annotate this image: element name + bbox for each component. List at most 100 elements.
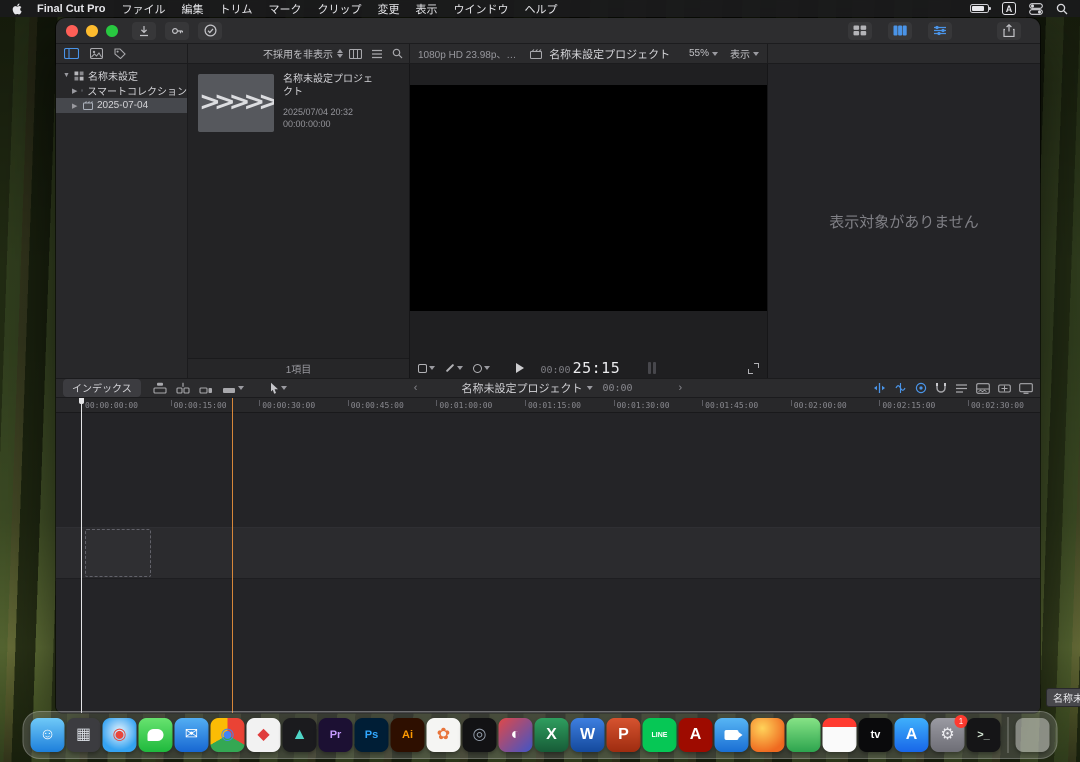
viewer-view-dropdown[interactable]: 表示	[730, 46, 759, 61]
dock-app-green-app[interactable]	[787, 718, 821, 752]
timeline-ruler[interactable]: 00:00:00:0000:00:15:0000:00:30:0000:00:4…	[56, 398, 1040, 413]
keyword-editor-button[interactable]	[165, 22, 189, 40]
sidebar-item[interactable]: ▶ 2025-07-04	[56, 98, 187, 113]
dock-app-terminal[interactable]: >_	[967, 718, 1001, 752]
dock-app-powerpoint[interactable]: P	[607, 718, 641, 752]
menu-item[interactable]: ファイル	[121, 1, 165, 17]
filmstrip-thumbnail[interactable]: >>>>>	[198, 74, 274, 132]
dock-app-affinity-app[interactable]: ▲	[283, 718, 317, 752]
viewer-canvas[interactable]	[410, 85, 767, 311]
dock-app-red-figure-app[interactable]: ◐	[499, 718, 533, 752]
tool-select-dropdown[interactable]	[270, 382, 287, 394]
timeline-project-dropdown[interactable]: 名称未設定プロジェクト	[461, 380, 592, 396]
audio-meters-button[interactable]	[648, 362, 656, 374]
menu-item[interactable]: 表示	[415, 1, 437, 17]
show-libraries-icon[interactable]	[64, 48, 79, 59]
show-photos-icon[interactable]	[90, 48, 103, 59]
skimming-toggle-icon[interactable]	[873, 382, 886, 394]
menu-item[interactable]: トリム	[219, 1, 252, 17]
dock-app-chrome[interactable]: ◉	[211, 718, 245, 752]
menu-item[interactable]: クリップ	[317, 1, 361, 17]
dock-app-messages[interactable]	[139, 718, 173, 752]
dock-app-diamond-red-app[interactable]: ◆	[247, 718, 281, 752]
viewer-zoom-dropdown[interactable]: 55%	[689, 48, 718, 59]
timeline-zoom-icon[interactable]	[998, 383, 1011, 394]
fullscreen-icon[interactable]	[748, 363, 759, 374]
audio-skimming-icon[interactable]	[894, 382, 907, 394]
menu-item[interactable]: マーク	[268, 1, 301, 17]
dock-app-launchpad[interactable]: ▦	[67, 718, 101, 752]
viewer-project-title[interactable]: 名称未設定プロジェクト	[542, 46, 677, 62]
import-media-button[interactable]	[132, 22, 156, 40]
play-button[interactable]	[516, 363, 524, 373]
dock-app-safari[interactable]: ◉	[103, 718, 137, 752]
inspector-toggle-button[interactable]	[928, 22, 952, 40]
project-clip-card[interactable]: >>>>> 名称未設定プロジェクト 2025/07/04 20:32 00:00…	[198, 74, 383, 132]
clip-title[interactable]: 名称未設定プロジェクト	[283, 74, 375, 99]
dock-app-app-store[interactable]: A	[895, 718, 929, 752]
overwrite-clip-dropdown[interactable]	[222, 382, 244, 394]
spotlight-search-icon[interactable]	[1056, 3, 1068, 15]
timeline-body[interactable]	[56, 413, 1040, 713]
menu-item[interactable]: ウインドウ	[453, 1, 508, 17]
snapping-toggle-icon[interactable]	[935, 382, 947, 394]
disclosure-closed-icon[interactable]: ▶	[72, 87, 77, 95]
menu-item[interactable]: 編集	[181, 1, 203, 17]
timeline-index-button[interactable]: インデックス	[63, 379, 141, 397]
dock-app-orange-sphere-app[interactable]	[751, 718, 785, 752]
primary-storyline-lane[interactable]	[56, 527, 1040, 579]
viewer-format-info[interactable]: 1080p HD 23.98p、…	[418, 46, 516, 61]
project-back-button[interactable]: ‹	[414, 382, 418, 394]
av-output-icon[interactable]	[1019, 383, 1033, 394]
connect-clip-icon[interactable]	[153, 382, 167, 394]
dock-app-system-settings[interactable]: ⚙ 1	[931, 718, 965, 752]
disclosure-open-icon[interactable]: ▼	[63, 72, 70, 79]
playhead[interactable]	[81, 398, 82, 713]
apple-menu-icon[interactable]	[12, 3, 23, 15]
dock-app-illustrator[interactable]: Ai	[391, 718, 425, 752]
dock-app-finder[interactable]: ☺	[31, 718, 65, 752]
dock-app-facetime[interactable]	[715, 718, 749, 752]
input-source-icon[interactable]: A	[1002, 2, 1016, 15]
solo-toggle-icon[interactable]	[915, 382, 927, 394]
browser-toggle-button[interactable]	[848, 22, 872, 40]
list-view-icon[interactable]	[371, 49, 383, 59]
dock-app-pinwheel-app[interactable]: ✿	[427, 718, 461, 752]
dock-app-apple-tv[interactable]: tv	[859, 718, 893, 752]
insert-clip-icon[interactable]	[176, 382, 190, 394]
filmstrip-view-icon[interactable]	[349, 49, 362, 59]
append-clip-icon[interactable]	[199, 382, 213, 394]
dock-app-trash[interactable]	[1016, 718, 1050, 752]
browser-search-icon[interactable]	[392, 48, 403, 59]
audio-lanes-icon[interactable]	[955, 383, 968, 394]
close-window-button[interactable]	[66, 25, 78, 37]
sidebar-library-row[interactable]: ▼ 名称未設定	[56, 68, 187, 83]
control-center-icon[interactable]	[1029, 3, 1043, 15]
dock-app-acrobat[interactable]: A	[679, 718, 713, 752]
menu-item[interactable]: 変更	[377, 1, 399, 17]
battery-icon[interactable]	[970, 4, 989, 13]
background-tasks-button[interactable]	[198, 22, 222, 40]
dock-app-premiere-pro[interactable]: Pr	[319, 718, 353, 752]
share-button[interactable]	[997, 22, 1021, 40]
dock-app-excel[interactable]: X	[535, 718, 569, 752]
project-forward-button[interactable]: ›	[679, 382, 683, 394]
menu-item[interactable]: ヘルプ	[524, 1, 557, 17]
zoom-window-button[interactable]	[106, 25, 118, 37]
clip-appearance-icon[interactable]	[976, 383, 990, 394]
dock-app-calendar[interactable]	[823, 718, 857, 752]
browser-filter-dropdown[interactable]: 不採用を非表示	[263, 46, 343, 61]
dock-app-photoshop[interactable]: Ps	[355, 718, 389, 752]
minimize-window-button[interactable]	[86, 25, 98, 37]
sidebar-item[interactable]: ▶ スマートコレクション	[56, 83, 187, 98]
active-app-name[interactable]: Final Cut Pro	[37, 3, 105, 15]
viewer-crop-dropdown[interactable]	[418, 364, 435, 373]
viewer-retime-dropdown[interactable]	[473, 364, 490, 373]
show-keywords-icon[interactable]	[114, 48, 126, 59]
dock-app-mail[interactable]: ✉	[175, 718, 209, 752]
viewer-tools-dropdown[interactable]	[445, 366, 463, 370]
dock-app-lens-app[interactable]: ◎	[463, 718, 497, 752]
timeline-toggle-button[interactable]	[888, 22, 912, 40]
dock-app-word[interactable]: W	[571, 718, 605, 752]
placeholder-gap-clip[interactable]	[85, 529, 151, 577]
